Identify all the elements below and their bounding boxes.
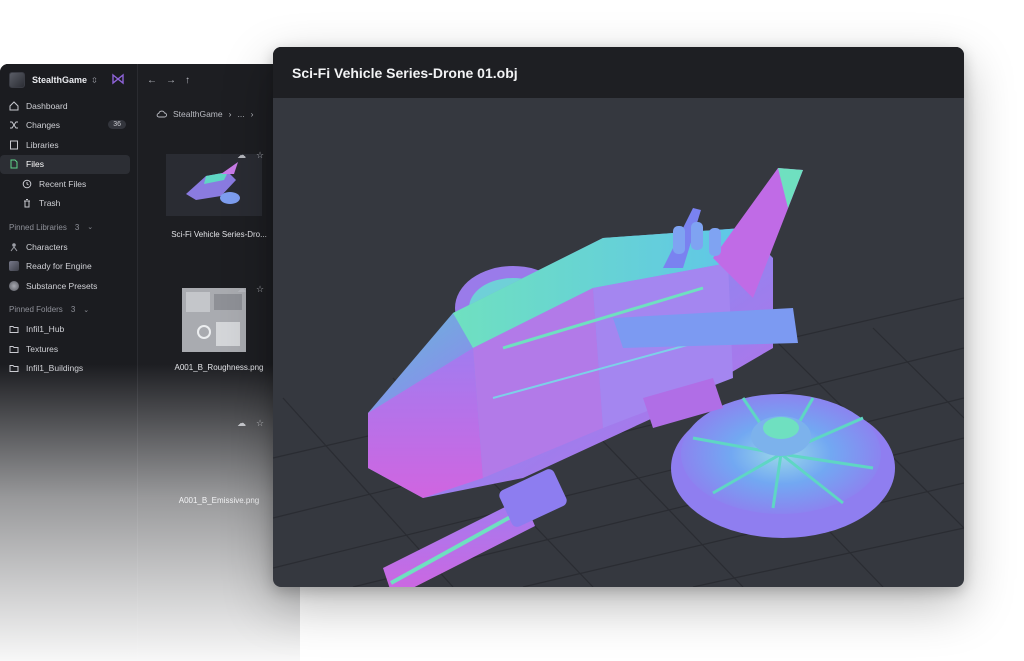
chevron-right-icon: ›	[250, 109, 254, 119]
file-thumbnail-roughness[interactable]	[182, 288, 246, 352]
pinned-folders-header[interactable]: Pinned Folders 3 ⌄	[0, 300, 138, 320]
sidebar-item-characters[interactable]: Characters	[0, 237, 138, 257]
model-preview-window: Sci-Fi Vehicle Series-Drone 01.obj	[273, 47, 964, 587]
sidebar-item-label: Infil1_Buildings	[26, 363, 84, 374]
sidebar-item-files[interactable]: Files	[0, 154, 130, 174]
sidebar-nav: Dashboard Changes 36 Libraries Files Rec…	[0, 96, 138, 378]
cloud-icon: ☁	[237, 284, 246, 294]
3d-viewport[interactable]	[273, 98, 964, 587]
folder-icon	[9, 324, 19, 334]
file-name[interactable]: A001_B_Roughness.png	[149, 363, 289, 372]
sidebar-item-recent-files[interactable]: Recent Files	[0, 174, 138, 194]
cloud-icon: ☁	[237, 150, 246, 160]
folder-icon	[9, 344, 19, 354]
sidebar-item-label: Infil1_Hub	[26, 324, 65, 335]
sidebar-item-label: Textures	[26, 343, 59, 354]
chevron-down-icon: ⌄	[83, 306, 90, 314]
shuffle-icon	[9, 120, 19, 130]
section-count: 3	[74, 222, 80, 232]
file-name[interactable]: A001_B_Emissive.png	[149, 496, 289, 505]
trash-icon	[22, 198, 32, 208]
preview-title: Sci-Fi Vehicle Series-Drone 01.obj	[292, 64, 518, 81]
sidebar-item-folder[interactable]: Textures	[0, 339, 138, 359]
star-icon[interactable]: ☆	[256, 150, 264, 161]
cloud-icon: ☁	[237, 418, 246, 428]
sidebar-item-label: Ready for Engine	[26, 261, 92, 272]
sidebar: StealthGame ⇳ Dashboard Changes 36 Libra…	[0, 64, 138, 661]
up-arrow-icon[interactable]: ↑	[185, 75, 190, 86]
file-thumbnail-drone[interactable]	[166, 154, 262, 216]
cloud-icon	[156, 110, 167, 118]
file-card-actions: ☁ ☆	[237, 418, 264, 429]
file-card-actions: ☁ ☆	[237, 284, 264, 295]
character-icon	[9, 242, 19, 252]
sidebar-item-folder[interactable]: Infil1_Buildings	[0, 359, 138, 379]
sidebar-item-ready-for-engine[interactable]: Ready for Engine	[0, 257, 138, 277]
sidebar-item-label: Changes	[26, 120, 61, 131]
library-thumbnail-icon	[9, 261, 19, 272]
file-manager-window: StealthGame ⇳ Dashboard Changes 36 Libra…	[0, 64, 300, 661]
file-icon	[9, 159, 19, 169]
sidebar-item-changes[interactable]: Changes 36	[0, 116, 138, 136]
chevron-right-icon: ›	[228, 109, 232, 119]
workspace-avatar	[9, 72, 25, 88]
chevron-up-down-icon: ⇳	[91, 75, 98, 85]
chevron-down-icon: ⌄	[87, 224, 94, 231]
sidebar-item-label: Substance Presets	[26, 280, 98, 291]
changes-count-badge: 36	[108, 119, 126, 129]
sidebar-item-label: Trash	[39, 198, 61, 209]
app-logo-icon[interactable]	[112, 73, 124, 85]
star-icon[interactable]: ☆	[256, 418, 264, 429]
workspace-switcher[interactable]: StealthGame ⇳	[0, 64, 138, 96]
book-icon	[9, 140, 19, 150]
sidebar-item-label: Libraries	[26, 139, 59, 150]
sidebar-item-label: Files	[26, 159, 44, 170]
back-arrow-icon[interactable]: ←	[147, 75, 157, 86]
workspace-name: StealthGame	[32, 75, 88, 85]
history-icon	[22, 179, 32, 189]
breadcrumb-root[interactable]: StealthGame	[173, 109, 223, 119]
section-title: Pinned Folders	[9, 305, 63, 314]
drone-model-render	[273, 168, 964, 587]
section-count: 3	[70, 305, 76, 314]
pinned-libraries-header[interactable]: Pinned Libraries 3 ⌄	[0, 217, 138, 237]
sidebar-item-label: Characters	[26, 241, 68, 252]
home-icon	[9, 101, 19, 111]
sidebar-item-folder[interactable]: Infil1_Hub	[0, 320, 138, 340]
preview-header: Sci-Fi Vehicle Series-Drone 01.obj	[273, 47, 964, 98]
sidebar-item-libraries[interactable]: Libraries	[0, 135, 138, 155]
file-card-actions: ☁ ☆	[237, 150, 264, 161]
file-name[interactable]: Sci-Fi Vehicle Series-Dro...	[149, 230, 289, 239]
library-thumbnail-icon	[9, 280, 19, 291]
sidebar-item-label: Dashboard	[26, 100, 68, 111]
star-icon[interactable]: ☆	[256, 284, 264, 295]
sidebar-item-dashboard[interactable]: Dashboard	[0, 96, 138, 116]
section-title: Pinned Libraries	[9, 222, 67, 232]
folder-icon	[9, 363, 19, 373]
sidebar-item-substance-presets[interactable]: Substance Presets	[0, 276, 138, 296]
sidebar-item-trash[interactable]: Trash	[0, 194, 138, 214]
front-rotor	[671, 394, 895, 538]
forward-arrow-icon[interactable]: →	[166, 75, 176, 86]
breadcrumb-ellipsis[interactable]: ...	[237, 109, 244, 119]
sidebar-item-label: Recent Files	[39, 178, 87, 189]
